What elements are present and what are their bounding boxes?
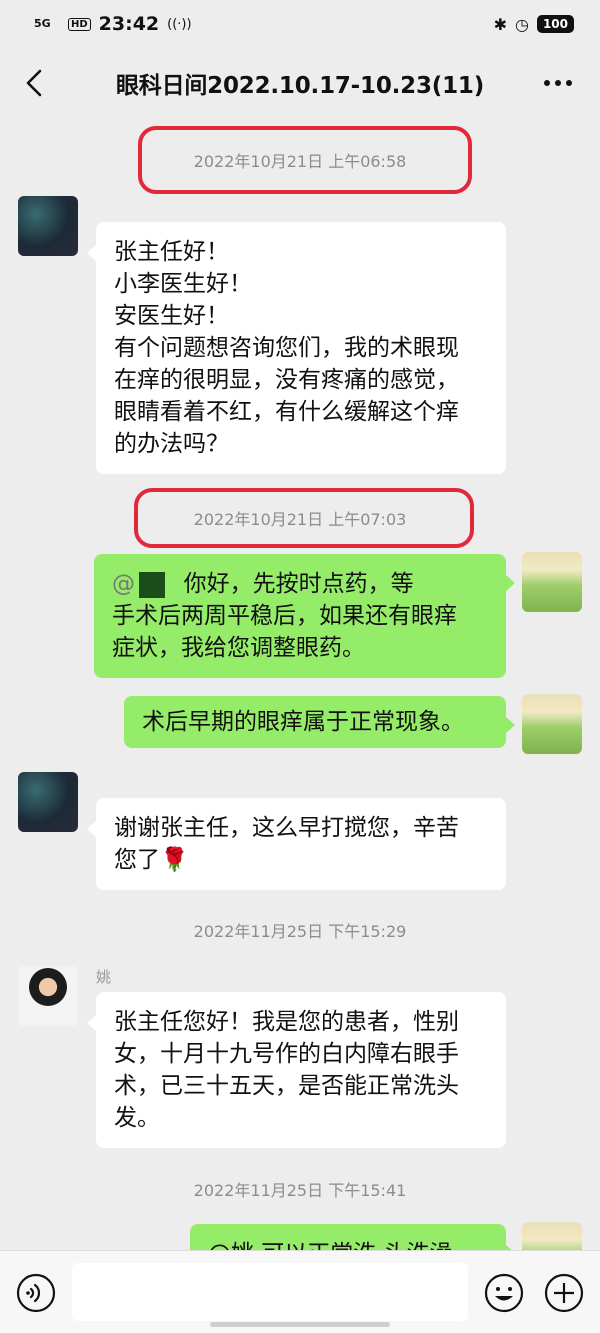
message-line: @姚 可以正常洗 头洗澡: [208, 1238, 488, 1250]
message-line: 术后早期的眼痒属于正常现象。: [142, 709, 464, 735]
redacted-name: [139, 571, 165, 598]
plus-icon[interactable]: [544, 1273, 584, 1313]
message-line: 谢谢张主任，这么早打搅您，辛苦: [114, 815, 459, 841]
status-bar: 5G HD 23:42 ((·)) ✱ ◷ 100: [0, 0, 600, 48]
message-text: 你好，先按时点药，等: [183, 571, 414, 597]
avatar[interactable]: [522, 1222, 582, 1250]
emoji-icon[interactable]: [484, 1273, 524, 1313]
message-bubble[interactable]: @ 你好，先按时点药，等 手术后两周平稳后，如果还有眼痒 症状，我给您调整眼药。: [94, 554, 515, 678]
message-line: 眼睛看着不红，有什么缓解这个痒: [114, 399, 459, 425]
message-text: 您了: [114, 847, 160, 873]
battery-indicator: 100: [536, 15, 574, 33]
avatar[interactable]: [522, 694, 582, 754]
avatar[interactable]: [522, 552, 582, 612]
message-bubble[interactable]: 张主任您好！我是您的患者，性别 女，十月十九号作的白内障右眼手 术，已三十五天，…: [87, 992, 506, 1148]
message-line: 症状，我给您调整眼药。: [112, 635, 365, 661]
status-right: ✱ ◷ 100: [494, 15, 574, 34]
chat-header: 眼科日间2022.10.17-10.23(11): [0, 48, 600, 118]
message-list[interactable]: 2022年10月21日 上午06:58 张主任好！ 小李医生好！ 安医生好！ 有…: [0, 118, 600, 1250]
message-line: 手术后两周平稳后，如果还有眼痒: [112, 603, 457, 629]
back-arrow-icon[interactable]: [20, 68, 50, 98]
avatar[interactable]: [18, 966, 78, 1026]
signal-indicator: 5G: [34, 17, 51, 30]
message-input[interactable]: [72, 1263, 468, 1321]
message-line: 在痒的很明显，没有疼痛的感觉，: [114, 367, 459, 393]
message-line: 术，已三十五天，是否能正常洗头: [114, 1073, 459, 1099]
message-line: 张主任您好！我是您的患者，性别: [114, 1009, 459, 1035]
more-icon[interactable]: [542, 70, 574, 96]
message-line: 发。: [114, 1105, 160, 1131]
message-bubble[interactable]: 术后早期的眼痒属于正常现象。: [124, 696, 515, 748]
message-timestamp: 2022年10月21日 上午07:03: [193, 510, 407, 529]
message-bubble[interactable]: @姚 可以正常洗 头洗澡: [190, 1224, 515, 1250]
message-line: 您了🌹: [114, 844, 488, 876]
bluetooth-icon: ✱: [493, 14, 507, 34]
status-left: 5G HD 23:42 ((·)): [34, 13, 192, 35]
avatar[interactable]: [18, 772, 78, 832]
message-line: 张主任好！: [114, 239, 229, 265]
voice-icon[interactable]: [16, 1273, 56, 1313]
clock: 23:42: [98, 13, 160, 35]
nfc-icon: ((·)): [167, 16, 192, 32]
avatar[interactable]: [18, 196, 78, 256]
chat-title: 眼科日间2022.10.17-10.23(11): [115, 73, 485, 99]
message-bubble[interactable]: 张主任好！ 小李医生好！ 安医生好！ 有个问题想咨询您们，我的术眼现 在痒的很明…: [87, 222, 506, 474]
message-timestamp: 2022年11月25日 下午15:41: [193, 1181, 407, 1200]
hd-badge: HD: [68, 17, 91, 31]
message-timestamp: 2022年10月21日 上午06:58: [193, 152, 407, 171]
message-line: 女，十月十九号作的白内障右眼手: [114, 1041, 459, 1067]
mention: @: [112, 571, 135, 597]
message-line: @ 你好，先按时点药，等: [112, 568, 488, 600]
message-line: 有个问题想咨询您们，我的术眼现: [114, 335, 459, 361]
message-bubble[interactable]: 谢谢张主任，这么早打搅您，辛苦 您了🌹: [87, 798, 506, 890]
home-indicator[interactable]: [210, 1322, 390, 1327]
message-line: 安医生好！: [114, 303, 229, 329]
sender-name: 姚: [96, 968, 112, 986]
message-timestamp: 2022年11月25日 下午15:29: [193, 922, 407, 941]
input-bar: [0, 1250, 600, 1333]
alarm-icon: ◷: [514, 14, 529, 34]
rose-emoji: 🌹: [160, 847, 189, 873]
message-line: 的办法吗？: [114, 431, 229, 457]
message-line: 小李医生好！: [114, 271, 252, 297]
